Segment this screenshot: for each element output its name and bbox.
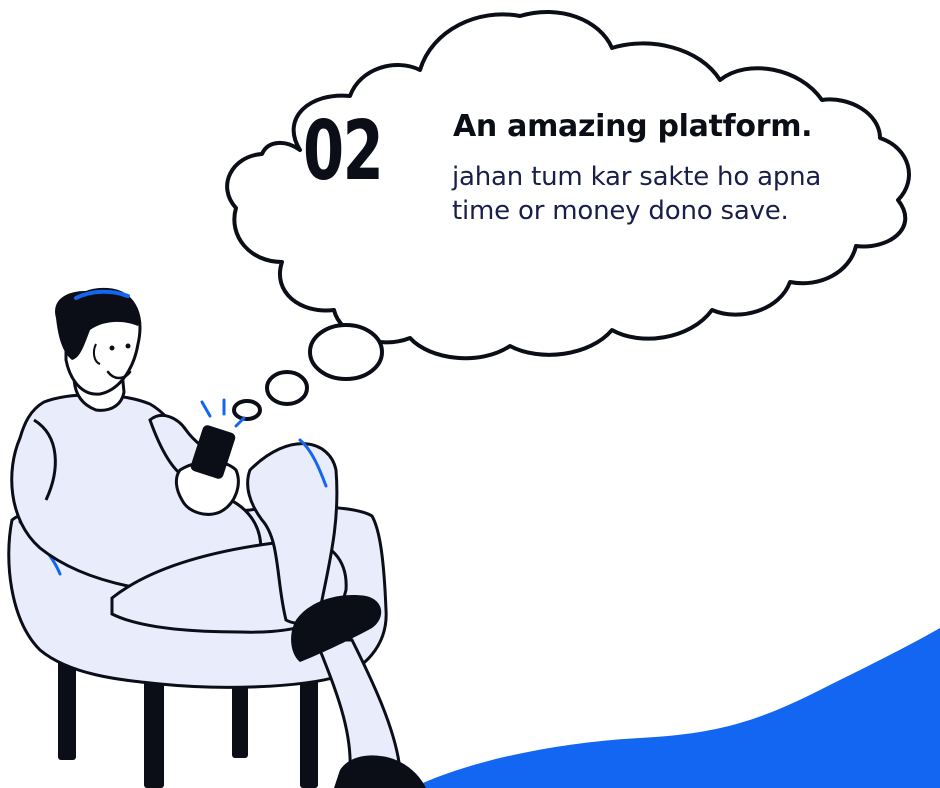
thought-dot-large (308, 323, 384, 381)
thought-dot-small (232, 399, 262, 421)
step-number: 02 (303, 104, 384, 199)
slide-canvas: 02 An amazing platform. jahan tum kar sa… (0, 0, 940, 788)
person-shin (313, 638, 402, 772)
bubble-headline: An amazing platform. (453, 109, 813, 144)
blue-wave-shape (412, 628, 940, 788)
person-head (55, 287, 142, 396)
shoe-lower (334, 755, 426, 788)
bubble-body-text: jahan tum kar sakte ho apna time or mone… (452, 162, 822, 226)
thought-dot-medium (265, 370, 309, 406)
